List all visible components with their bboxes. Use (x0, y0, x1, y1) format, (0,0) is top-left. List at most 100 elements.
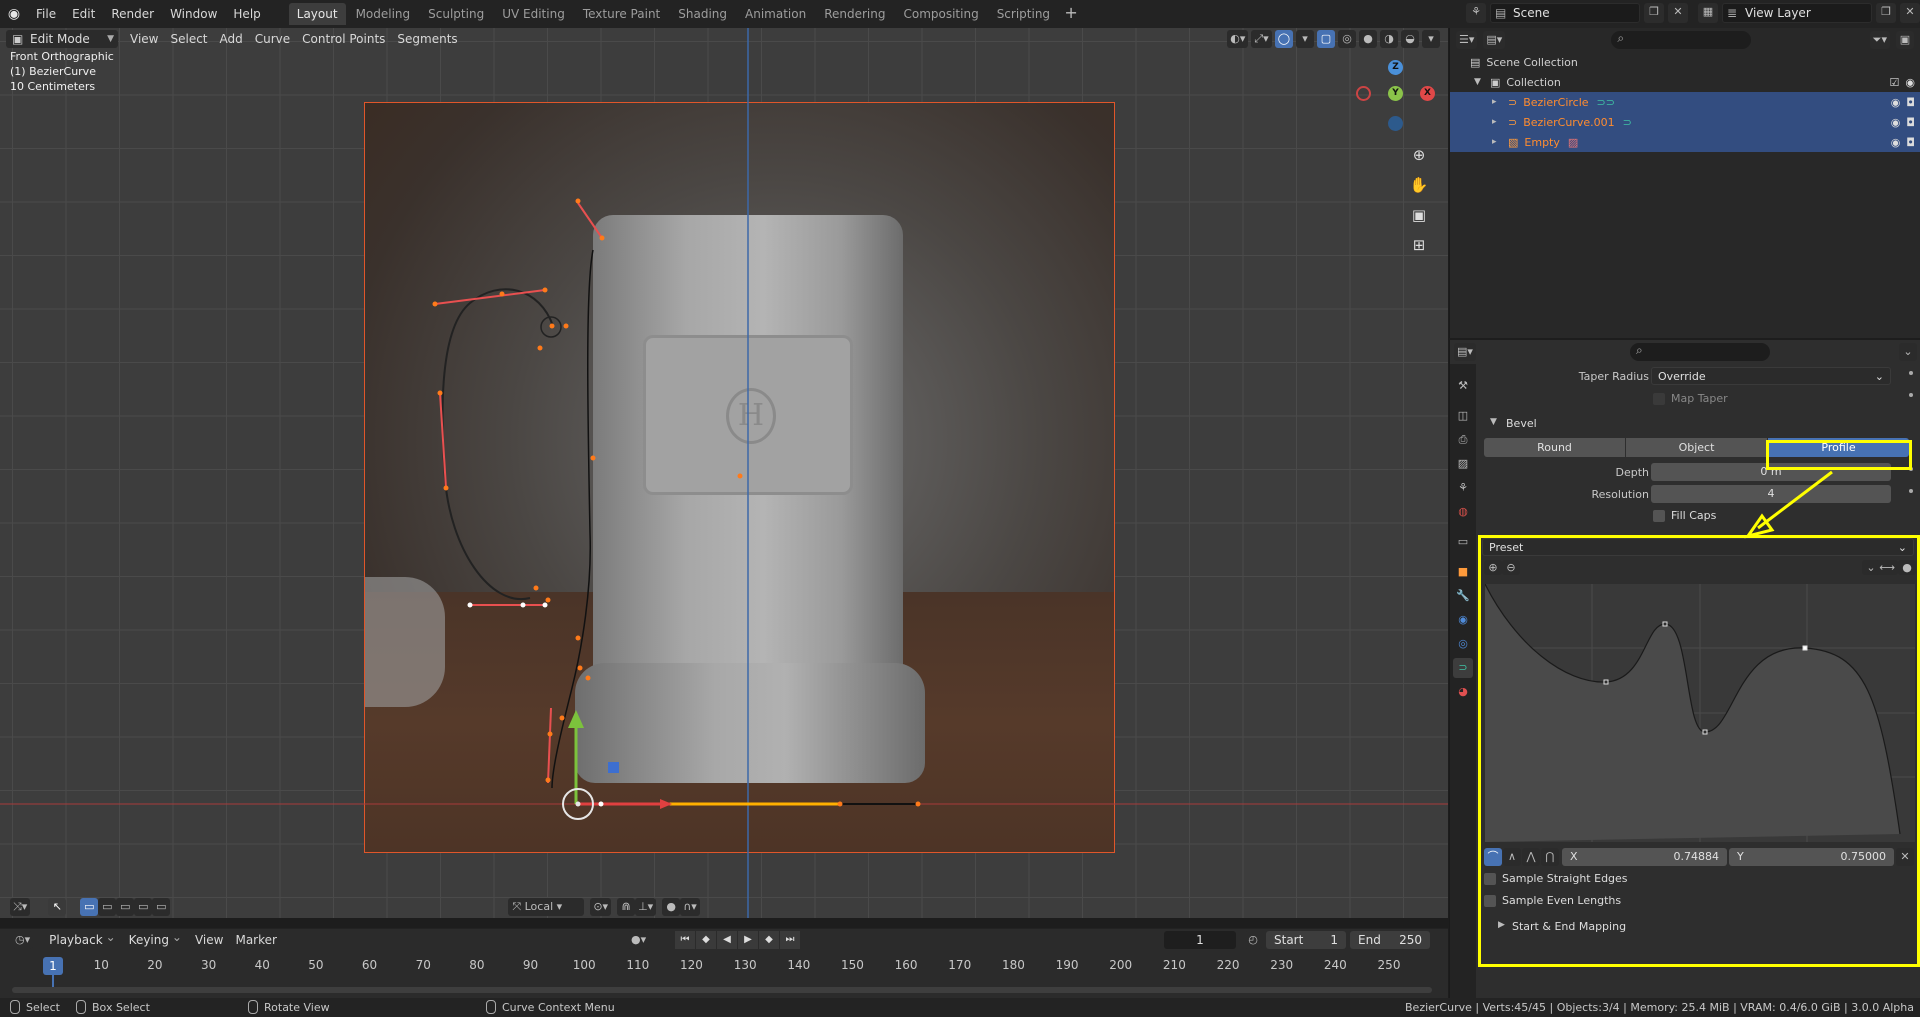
gizmo-neg-x-icon[interactable] (1356, 86, 1371, 101)
camera-icon[interactable]: ◘ (1906, 116, 1915, 129)
tab-scripting[interactable]: Scripting (989, 3, 1058, 25)
map-taper-checkbox[interactable]: Map Taper (1653, 392, 1728, 405)
current-frame-marker[interactable]: 1 (43, 957, 63, 975)
menu-segments[interactable]: Segments (391, 30, 463, 48)
tab-animation[interactable]: Animation (737, 3, 814, 25)
pan-hand-icon[interactable]: ✋ (1406, 172, 1432, 198)
select-intersect-icon[interactable]: ▭ (152, 898, 171, 916)
menu-window[interactable]: Window (162, 4, 225, 24)
curve-data-icon[interactable]: ⊃⊃ (1597, 96, 1615, 109)
object-tab-icon[interactable]: ■ (1453, 562, 1473, 582)
delete-scene-icon[interactable]: ✕ (1668, 3, 1688, 23)
material-tab-icon[interactable]: ◕ (1453, 682, 1473, 702)
new-collection-icon[interactable]: ▣ (1896, 31, 1914, 49)
collection-tab-icon[interactable]: ▭ (1453, 532, 1473, 552)
timeline-ruler[interactable]: 1 10 20 30 40 50 60 70 80 90 100 110 120 130 140 150 16… (0, 953, 1448, 989)
curve-overlay[interactable] (0, 28, 1448, 918)
select-extend-icon[interactable]: ▭ (98, 898, 117, 916)
tab-shading[interactable]: Shading (670, 3, 735, 25)
menu-add[interactable]: Add (214, 30, 249, 48)
current-frame-field[interactable]: 1 (1164, 931, 1236, 949)
keyframe-dot-icon[interactable] (1909, 393, 1913, 397)
gizmo-z-icon[interactable]: Z (1388, 60, 1403, 75)
gizmo-neg-z-icon[interactable] (1388, 116, 1403, 131)
add-workspace-icon[interactable]: + (1060, 3, 1082, 25)
navigation-gizmo[interactable]: Z Y X (1352, 58, 1442, 148)
curve-data-tab-icon[interactable]: ⊃ (1453, 658, 1473, 678)
play-reverse-icon[interactable]: ◀ (717, 931, 737, 949)
end-frame-field[interactable]: End 250 (1350, 931, 1430, 949)
outliner-item-beziercurve-001[interactable]: ▸ ⊃ BezierCurve.001 ⊃ ◉ ◘ (1450, 112, 1920, 132)
menu-timeline-view[interactable]: View (189, 931, 229, 949)
scene-field[interactable]: ▤ Scene (1490, 3, 1640, 23)
keyframe-dot-icon[interactable] (1909, 489, 1913, 493)
solid-shading-icon[interactable]: ● (1359, 30, 1377, 48)
jump-keyframe-back-icon[interactable]: ◆ (696, 931, 716, 949)
menu-help[interactable]: Help (225, 4, 268, 24)
delete-view-layer-icon[interactable]: ✕ (1900, 3, 1920, 23)
filter-icon[interactable]: ⏷▾ (1869, 31, 1890, 49)
world-tab-icon[interactable]: ◍ (1453, 502, 1473, 522)
zoom-icon[interactable]: ⊕ (1406, 142, 1432, 168)
curve-data-icon[interactable]: ⊃ (1623, 116, 1632, 129)
overlay-toggle-icon[interactable]: ◯ (1274, 30, 1293, 48)
outliner-scene-collection[interactable]: ▤ Scene Collection (1450, 52, 1920, 72)
bevel-object-button[interactable]: Object (1626, 438, 1767, 457)
checkbox-icon[interactable]: ☑ (1890, 76, 1900, 89)
menu-view[interactable]: View (124, 30, 164, 48)
tab-uv-editing[interactable]: UV Editing (494, 3, 573, 25)
outliner-editor-type-icon[interactable]: ☰▾ (1456, 31, 1478, 49)
blender-logo-icon[interactable]: ◉ (0, 0, 28, 28)
eye-icon[interactable]: ◉ (1891, 96, 1901, 109)
stopwatch-icon[interactable]: ◴ (1244, 931, 1262, 949)
physics-tab-icon[interactable]: ◎ (1453, 634, 1473, 654)
menu-control-points[interactable]: Control Points (296, 30, 391, 48)
jump-start-icon[interactable]: ⏮ (675, 931, 695, 949)
shading-dropdown-icon[interactable]: ▾ (1422, 30, 1440, 48)
pivot-point-icon[interactable]: ⊙▾ (590, 898, 612, 916)
menu-curve[interactable]: Curve (249, 30, 296, 48)
output-tab-icon[interactable]: ⎙ (1453, 430, 1473, 450)
menu-file[interactable]: File (28, 4, 64, 24)
timeline-editor-type-icon[interactable]: ◷▾ (12, 931, 34, 949)
jump-keyframe-forward-icon[interactable]: ◆ (759, 931, 779, 949)
timeline-scrollbar[interactable] (12, 987, 1432, 993)
display-mode-icon[interactable]: ▤▾ (1483, 31, 1506, 49)
snap-toggle-icon[interactable]: ⋒ (617, 898, 636, 916)
select-invert-icon[interactable]: ▭ (134, 898, 153, 916)
scene-browse-icon[interactable]: ⚘ (1466, 3, 1486, 23)
transform-orientation-select[interactable]: ⤧ Local ▾ (508, 898, 585, 916)
gizmo-y-icon[interactable]: Y (1388, 86, 1403, 101)
outliner-search-input[interactable] (1611, 31, 1752, 49)
outliner-item-empty[interactable]: ▸ ▧ Empty ▨ ◉ ◘ (1450, 132, 1920, 152)
jump-end-icon[interactable]: ⏭ (780, 931, 800, 949)
image-data-icon[interactable]: ▨ (1568, 136, 1578, 149)
select-subtract-icon[interactable]: ▭ (116, 898, 135, 916)
expand-down-icon[interactable]: ▼ (1474, 77, 1484, 87)
camera-icon[interactable]: ◉ (1905, 76, 1915, 89)
proportional-edit-icon[interactable]: ● (662, 898, 681, 916)
tab-rendering[interactable]: Rendering (816, 3, 893, 25)
eye-icon[interactable]: ◉ (1891, 136, 1901, 149)
menu-playback[interactable]: Playback (43, 928, 119, 949)
view-layer-tab-icon[interactable]: ▨ (1453, 454, 1473, 474)
play-icon[interactable]: ▶ (738, 931, 758, 949)
gizmo-x-icon[interactable]: X (1420, 86, 1435, 101)
camera-icon[interactable]: ◘ (1906, 96, 1915, 109)
visibility-icon[interactable]: ◐▾ (1227, 30, 1249, 48)
tab-compositing[interactable]: Compositing (895, 3, 986, 25)
camera-icon[interactable]: ◘ (1906, 136, 1915, 149)
start-frame-field[interactable]: Start 1 (1266, 931, 1346, 949)
taper-radius-select[interactable]: Override ⌄ (1651, 367, 1891, 385)
tab-layout[interactable]: Layout (288, 3, 346, 25)
camera-icon[interactable]: ▣ (1406, 202, 1432, 228)
eye-icon[interactable]: ◉ (1891, 116, 1901, 129)
new-view-layer-icon[interactable]: ❐ (1876, 3, 1896, 23)
gizmo-toggle-icon[interactable]: ⤢▾ (1251, 30, 1272, 48)
tab-sculpting[interactable]: Sculpting (420, 3, 492, 25)
tab-texture-paint[interactable]: Texture Paint (575, 3, 668, 25)
properties-options-icon[interactable]: ⌄ (1899, 343, 1917, 361)
bevel-round-button[interactable]: Round (1484, 438, 1625, 457)
tool-tab-icon[interactable]: ⚒ (1453, 376, 1473, 396)
bevel-panel-header[interactable]: ▼ Bevel (1490, 414, 1920, 434)
